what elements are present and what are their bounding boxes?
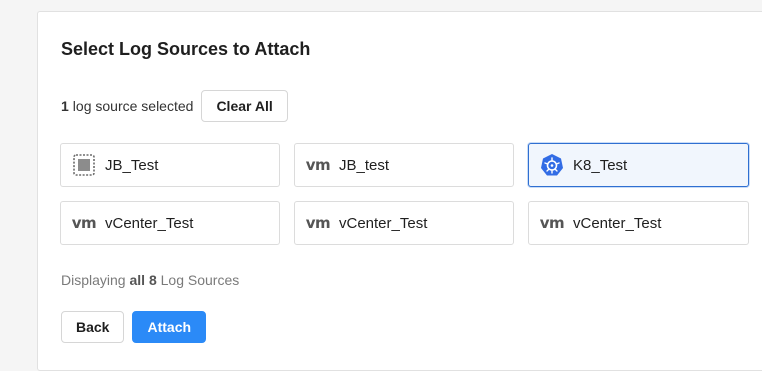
log-source-grid: JB_Test vm JB_test K8_Test vm vCenter_Te… (60, 143, 749, 245)
vmware-logo-text: vm (305, 155, 331, 174)
log-source-label: vCenter_Test (105, 214, 194, 232)
chip-icon (71, 154, 97, 176)
log-source-card[interactable]: JB_Test (60, 143, 280, 187)
vmware-logo-icon: vm (539, 212, 565, 234)
vmware-logo-icon: vm (305, 154, 331, 176)
dialog-title: Select Log Sources to Attach (61, 39, 311, 59)
vmware-logo-icon: vm (71, 212, 97, 234)
log-source-card[interactable]: vm JB_test (294, 143, 514, 187)
log-source-card-selected[interactable]: K8_Test (528, 143, 749, 187)
vmware-logo-text: vm (539, 213, 565, 232)
vmware-logo-text: vm (305, 213, 331, 232)
log-source-label: vCenter_Test (339, 214, 428, 232)
log-source-label: vCenter_Test (573, 214, 662, 232)
vmware-logo-text: vm (71, 213, 97, 232)
attach-button[interactable]: Attach (132, 311, 207, 343)
attach-log-sources-panel: Select Log Sources to Attach 1 log sourc… (37, 11, 762, 371)
log-source-label: JB_Test (105, 156, 159, 174)
selected-count: 1 (61, 98, 69, 114)
dialog-actions: Back Attach (61, 311, 207, 343)
kubernetes-icon (539, 154, 565, 176)
clear-all-button[interactable]: Clear All (201, 90, 288, 122)
log-source-card[interactable]: vm vCenter_Test (294, 201, 514, 245)
back-button[interactable]: Back (61, 311, 125, 343)
displaying-count-text: Displaying all 8 Log Sources (61, 272, 239, 288)
log-source-label: JB_test (339, 156, 390, 174)
log-source-label: K8_Test (573, 156, 628, 174)
vmware-logo-icon: vm (305, 212, 331, 234)
displaying-suffix: Log Sources (160, 272, 240, 288)
displaying-prefix: Displaying (61, 272, 126, 288)
log-source-card[interactable]: vm vCenter_Test (60, 201, 280, 245)
log-source-card[interactable]: vm vCenter_Test (528, 201, 749, 245)
selected-count-suffix: log source selected (72, 98, 194, 114)
displaying-emphasis: all 8 (129, 272, 157, 288)
selection-summary: 1 log source selected Clear All (61, 90, 288, 122)
